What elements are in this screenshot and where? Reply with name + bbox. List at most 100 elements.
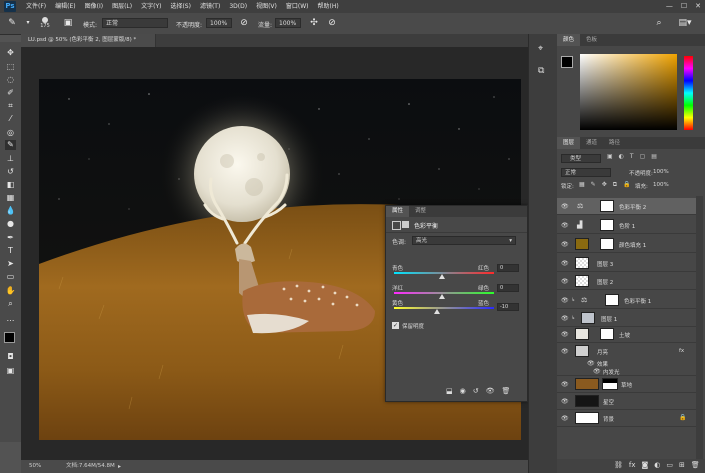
new-group-icon[interactable]: ▭ xyxy=(666,461,673,469)
menu-view[interactable]: 视图(V) xyxy=(256,0,277,13)
layer-thumbnail[interactable] xyxy=(575,345,589,357)
layer-row-layer-1[interactable]: 👁 ↳ 图层 1 xyxy=(557,310,696,327)
slider-cyan-red-value[interactable]: 0 xyxy=(497,264,519,272)
lock-all-icon[interactable]: 🔒 xyxy=(623,181,630,189)
tab-channels[interactable]: 通道 xyxy=(580,137,603,149)
document-size[interactable]: 文档:7.64M/54.8M xyxy=(66,460,115,473)
filter-smart-icon[interactable]: ▤ xyxy=(651,153,657,160)
brush-tool-preset-icon[interactable]: ✎ xyxy=(6,17,18,29)
layer-thumbnail[interactable] xyxy=(575,257,589,269)
flow-field[interactable]: 100% xyxy=(275,18,301,28)
search-icon[interactable]: ⌕ xyxy=(653,17,665,29)
lock-position-icon[interactable]: ✥ xyxy=(602,181,607,189)
close-button[interactable]: ✕ xyxy=(695,0,701,13)
menu-type[interactable]: 文字(Y) xyxy=(141,0,161,13)
history-brush-tool-icon[interactable]: ↺ xyxy=(5,167,16,177)
slider-magenta-green-value[interactable]: 0 xyxy=(497,284,519,292)
eye-icon[interactable]: 👁 xyxy=(561,203,569,210)
lock-pixels-icon[interactable]: ✎ xyxy=(591,181,596,189)
screen-mode-icon[interactable]: ▣ xyxy=(5,366,16,376)
mode-select[interactable]: 正常 xyxy=(102,18,168,28)
eye-icon[interactable]: 👁 xyxy=(561,315,569,322)
eye-icon[interactable]: 👁 xyxy=(561,381,569,388)
tab-properties[interactable]: 属性 xyxy=(386,206,410,217)
layers-scrollbar[interactable] xyxy=(696,196,703,466)
hand-tool-icon[interactable]: ✋ xyxy=(5,286,16,296)
layer-mask-thumbnail[interactable] xyxy=(600,238,614,250)
eye-icon[interactable]: 👁 xyxy=(561,222,569,229)
layer-row-color-balance-1[interactable]: 👁 ↳ ⚖ 色彩平衡 1 xyxy=(557,292,696,309)
chevron-down-icon[interactable]: ▾ xyxy=(22,17,34,29)
blend-mode-select[interactable]: 正常 xyxy=(561,168,611,177)
history-panel-icon[interactable]: ⌖ xyxy=(538,44,543,54)
add-mask-icon[interactable]: ◙ xyxy=(642,461,649,469)
layer-row-moon[interactable]: 👁 月亮 fx 👁 效果 👁 内发光 xyxy=(557,343,696,376)
lock-transparent-icon[interactable]: ▦ xyxy=(579,181,585,189)
layer-row-starry-sky[interactable]: 👁 星空 xyxy=(557,393,696,410)
filter-shape-icon[interactable]: ▢ xyxy=(640,153,646,160)
document-tab[interactable]: LU.psd @ 50% (色彩平衡 2, 图层蒙版/8) * xyxy=(21,34,156,47)
new-layer-icon[interactable]: ⊞ xyxy=(679,461,685,469)
crop-tool-icon[interactable]: ⌗ xyxy=(5,101,16,111)
view-previous-icon[interactable]: ◉ xyxy=(460,387,466,395)
color-field[interactable] xyxy=(580,54,677,130)
slider-cyan-red-handle[interactable] xyxy=(439,274,445,279)
filter-adjust-icon[interactable]: ◐ xyxy=(619,153,624,160)
menu-filter[interactable]: 滤镜(T) xyxy=(200,0,220,13)
menu-edit[interactable]: 编辑(E) xyxy=(55,0,75,13)
layer-row-levels-1[interactable]: 👁 ▟ 色阶 1 xyxy=(557,217,696,234)
delete-layer-icon[interactable]: 🗑 xyxy=(691,461,700,469)
eye-icon[interactable]: 👁 xyxy=(561,331,569,338)
tab-swatches[interactable]: 色板 xyxy=(580,34,603,46)
chevron-right-icon[interactable]: ▸ xyxy=(118,460,121,473)
layer-row-color-balance-2[interactable]: 👁 ⚖ 色彩平衡 2 xyxy=(557,198,696,215)
workspace-switcher-icon[interactable]: ▤▾ xyxy=(672,17,698,29)
brush-tool-icon[interactable]: ✎ xyxy=(5,140,16,150)
layer-row-grass[interactable]: 👁 草地 xyxy=(557,376,696,393)
menu-3d[interactable]: 3D(D) xyxy=(229,0,247,13)
menu-select[interactable]: 选择(S) xyxy=(170,0,191,13)
eye-icon[interactable]: 👁 xyxy=(561,278,569,285)
pressure-size-icon[interactable]: ⊘ xyxy=(326,17,338,29)
layer-thumbnail[interactable] xyxy=(575,378,599,390)
tab-paths[interactable]: 路径 xyxy=(603,137,626,149)
airbrush-icon[interactable]: ✣ xyxy=(308,17,320,29)
fx-badge[interactable]: fx xyxy=(679,348,684,354)
maximize-button[interactable]: ☐ xyxy=(681,0,687,13)
gradient-tool-icon[interactable]: ▦ xyxy=(5,193,16,203)
new-adjustment-icon[interactable]: ◐ xyxy=(654,461,660,469)
brush-panel-toggle-icon[interactable]: ▣ xyxy=(62,17,74,29)
tab-adjustments[interactable]: 调整 xyxy=(409,206,432,217)
layer-opacity-value[interactable]: 100% xyxy=(653,169,669,175)
eye-icon[interactable]: 👁 xyxy=(561,260,569,267)
eye-icon[interactable]: 👁 xyxy=(561,398,569,405)
hue-slider[interactable] xyxy=(684,56,693,130)
layer-row-slope[interactable]: 👁 土坡 xyxy=(557,326,696,343)
clone-stamp-tool-icon[interactable]: ⊥ xyxy=(5,154,16,164)
layer-mask-thumbnail[interactable] xyxy=(600,328,614,340)
zoom-tool-icon[interactable]: ⌕ xyxy=(5,299,16,309)
type-tool-icon[interactable]: T xyxy=(5,246,16,256)
pressure-opacity-icon[interactable]: ⊘ xyxy=(238,17,250,29)
layer-row-background[interactable]: 👁 背景 🔒 xyxy=(557,410,696,427)
layer-thumbnail[interactable] xyxy=(575,412,599,424)
visibility-icon[interactable]: 👁 xyxy=(486,387,495,395)
eye-icon[interactable]: 👁 xyxy=(561,297,569,304)
foreground-swatch[interactable] xyxy=(561,56,573,68)
layer-mask-thumbnail[interactable] xyxy=(600,219,614,231)
zoom-level[interactable]: 50% xyxy=(29,460,41,473)
opacity-field[interactable]: 100% xyxy=(206,18,232,28)
quick-mask-icon[interactable]: ◘ xyxy=(5,352,16,362)
pen-tool-icon[interactable]: ✒ xyxy=(5,233,16,243)
marquee-tool-icon[interactable]: ⬚ xyxy=(5,62,16,72)
tab-layers[interactable]: 图层 xyxy=(557,137,581,149)
layer-thumbnail[interactable] xyxy=(575,328,589,340)
slider-yellow-blue-track[interactable] xyxy=(394,307,494,309)
fill-value[interactable]: 100% xyxy=(653,182,669,188)
layer-row-layer-2[interactable]: 👁 图层 2 xyxy=(557,273,696,290)
link-layers-icon[interactable]: ⛓ xyxy=(614,461,623,469)
menu-image[interactable]: 图像(I) xyxy=(85,0,103,13)
eraser-tool-icon[interactable]: ◧ xyxy=(5,180,16,190)
lock-artboard-icon[interactable]: ⧉ xyxy=(613,181,617,189)
menu-layer[interactable]: 图层(L) xyxy=(112,0,132,13)
